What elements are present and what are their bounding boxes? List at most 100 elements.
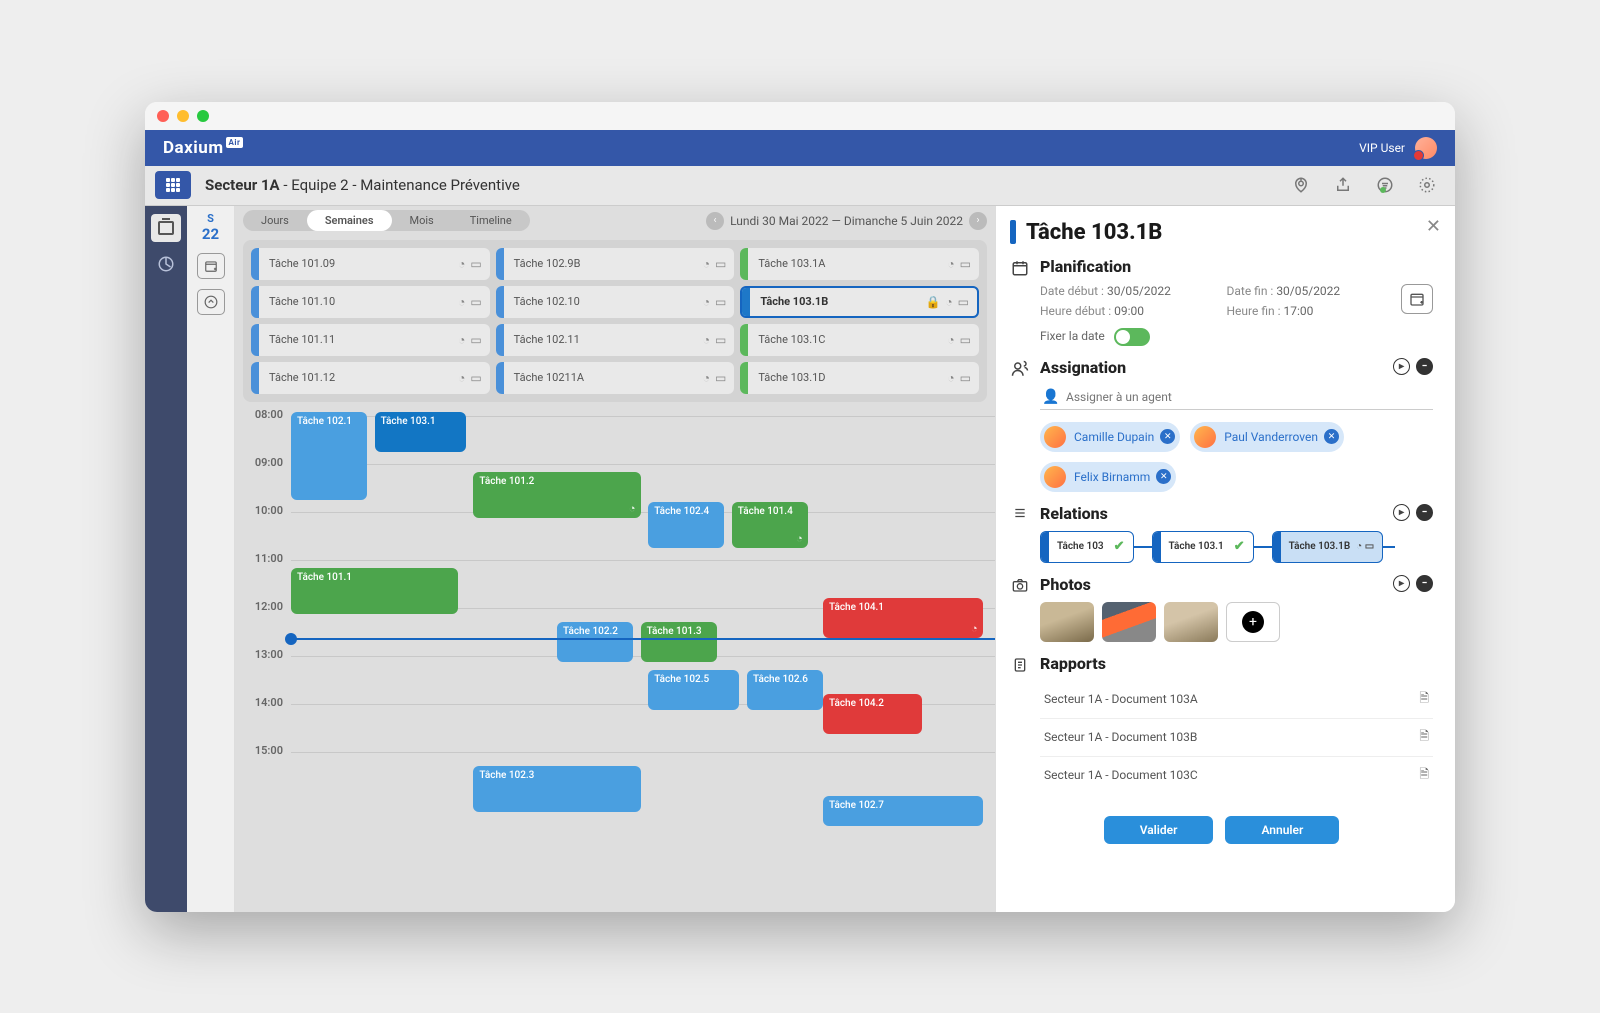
calendar-event[interactable]: Tâche 101.4◔ (732, 502, 808, 548)
pool-task-card[interactable]: Tâche 101.10◔▭ (251, 286, 490, 318)
pool-task-card[interactable]: Tâche 103.1A◔▭ (740, 248, 979, 280)
relations-icon (1010, 504, 1030, 563)
view-semaines[interactable]: Semaines (307, 210, 392, 231)
add-calendar-button[interactable] (197, 253, 225, 279)
calendar-event[interactable]: Tâche 104.1◔ (823, 598, 983, 638)
agent-chip[interactable]: Camille Dupain✕ (1040, 422, 1180, 452)
photo-collapse[interactable]: − (1416, 575, 1433, 592)
pool-task-card[interactable]: Tâche 102.11◔▭ (496, 324, 735, 356)
rel-collapse[interactable]: − (1416, 504, 1433, 521)
calendar-icon (1010, 257, 1030, 346)
calendar-event[interactable]: Tâche 102.5 (648, 670, 739, 710)
minimize-dot[interactable] (177, 110, 189, 122)
pool-task-card[interactable]: Tâche 101.11◔▭ (251, 324, 490, 356)
assign-icon (1010, 358, 1030, 492)
report-row[interactable]: Secteur 1A - Document 103B🗎 (1040, 719, 1433, 757)
calendar-event[interactable]: Tâche 102.7 (823, 796, 983, 826)
assign-expand[interactable]: ▸ (1393, 358, 1410, 375)
maximize-dot[interactable] (197, 110, 209, 122)
user-label: VIP User (1359, 141, 1405, 155)
toolbar: Secteur 1A - Equipe 2 - Maintenance Prév… (145, 166, 1455, 206)
view-timeline[interactable]: Timeline (452, 210, 530, 231)
section-photos: Photos (1040, 575, 1091, 594)
window-titlebar (145, 102, 1455, 130)
photo-thumb[interactable] (1102, 602, 1156, 642)
pool-task-card[interactable]: Tâche 102.10◔▭ (496, 286, 735, 318)
week-column: S22 (187, 206, 235, 912)
agent-chip[interactable]: Paul Vanderroven✕ (1190, 422, 1344, 452)
calendar-event[interactable]: Tâche 104.2 (823, 694, 922, 734)
close-dot[interactable] (157, 110, 169, 122)
now-indicator (291, 638, 995, 640)
fix-date-label: Fixer la date (1040, 329, 1105, 343)
agent-chip[interactable]: Felix Birnamm✕ (1040, 462, 1176, 492)
photo-thumb[interactable] (1040, 602, 1094, 642)
photo-thumb[interactable] (1164, 602, 1218, 642)
pool-task-card[interactable]: Tâche 101.12◔▭ (251, 362, 490, 394)
export-icon[interactable] (1333, 175, 1353, 195)
detail-panel: ✕ Tâche 103.1B Planification Date début … (995, 206, 1455, 912)
camera-icon (1010, 575, 1030, 642)
section-planification: Planification (1040, 257, 1433, 276)
calendar-event[interactable]: Tâche 102.1 (291, 412, 367, 500)
filter-icon[interactable] (1375, 175, 1395, 195)
chip-remove[interactable]: ✕ (1324, 429, 1339, 444)
photo-expand[interactable]: ▸ (1393, 575, 1410, 592)
schedule-grid: 08:0009:0010:0011:0012:0013:0014:0015:00… (235, 406, 995, 912)
breadcrumb: Secteur 1A - Equipe 2 - Maintenance Prév… (205, 176, 520, 194)
date-prev[interactable]: ‹ (706, 212, 724, 230)
calendar-event[interactable]: Tâche 103.1 (375, 412, 466, 452)
fix-date-toggle[interactable] (1114, 328, 1150, 346)
panel-close[interactable]: ✕ (1426, 216, 1441, 237)
chip-remove[interactable]: ✕ (1160, 429, 1175, 444)
pool-task-card[interactable]: Tâche 103.1B🔒◔▭ (740, 286, 979, 318)
collapse-up-button[interactable] (197, 289, 225, 315)
calendar-event[interactable]: Tâche 102.4 (648, 502, 724, 548)
relation-node[interactable]: Tâche 103.1✔ (1152, 531, 1254, 563)
hour-label: 14:00 (235, 694, 291, 742)
pool-task-card[interactable]: Tâche 10211A◔▭ (496, 362, 735, 394)
task-pool: Tâche 101.09◔▭Tâche 102.9B◔▭Tâche 103.1A… (243, 240, 987, 402)
app-header: DaxiumAir VIP User (145, 130, 1455, 166)
photo-add-button[interactable]: + (1226, 602, 1280, 642)
assign-collapse[interactable]: − (1416, 358, 1433, 375)
calendar-add-button[interactable] (1401, 284, 1433, 314)
pool-task-card[interactable]: Tâche 102.9B◔▭ (496, 248, 735, 280)
location-icon[interactable] (1291, 175, 1311, 195)
report-icon (1010, 654, 1030, 794)
calendar-event[interactable]: Tâche 102.3 (473, 766, 640, 812)
calendar-event[interactable]: Tâche 101.1 (291, 568, 458, 614)
pool-task-card[interactable]: Tâche 103.1D◔▭ (740, 362, 979, 394)
settings-icon[interactable] (1417, 175, 1437, 195)
chip-remove[interactable]: ✕ (1156, 469, 1171, 484)
calendar-event[interactable]: Tâche 101.2◔ (473, 472, 640, 518)
assign-input[interactable] (1040, 385, 1433, 410)
view-jours[interactable]: Jours (243, 210, 307, 231)
user-avatar[interactable] (1415, 137, 1437, 159)
hour-label: 11:00 (235, 550, 291, 598)
calendar-event[interactable]: Tâche 101.3 (641, 622, 717, 662)
relation-node[interactable]: Tâche 103✔ (1040, 531, 1134, 563)
now-indicator-dot (285, 633, 297, 645)
report-row[interactable]: Secteur 1A - Document 103A🗎 (1040, 681, 1433, 719)
view-mois[interactable]: Mois (392, 210, 452, 231)
date-range: Lundi 30 Mai 2022 — Dimanche 5 Juin 2022 (730, 214, 963, 228)
sidebar-calendar[interactable] (151, 214, 181, 242)
cancel-button[interactable]: Annuler (1225, 816, 1339, 844)
pool-task-card[interactable]: Tâche 103.1C◔▭ (740, 324, 979, 356)
hour-label: 09:00 (235, 454, 291, 502)
sidebar-chart[interactable] (151, 250, 181, 278)
calendar-event[interactable]: Tâche 102.6 (747, 670, 823, 710)
week-number: S22 (202, 212, 219, 243)
report-row[interactable]: Secteur 1A - Document 103C🗎 (1040, 757, 1433, 794)
validate-button[interactable]: Valider (1104, 816, 1214, 844)
date-next[interactable]: › (969, 212, 987, 230)
hour-label: 13:00 (235, 646, 291, 694)
apps-grid-button[interactable] (155, 171, 191, 199)
calendar-event[interactable]: Tâche 102.2 (557, 622, 633, 662)
view-mode-segment: Jours Semaines Mois Timeline (243, 210, 530, 231)
relation-node[interactable]: Tâche 103.1B ◔ ▭ (1272, 531, 1384, 563)
left-sidebar (145, 206, 187, 912)
pool-task-card[interactable]: Tâche 101.09◔▭ (251, 248, 490, 280)
rel-expand[interactable]: ▸ (1393, 504, 1410, 521)
